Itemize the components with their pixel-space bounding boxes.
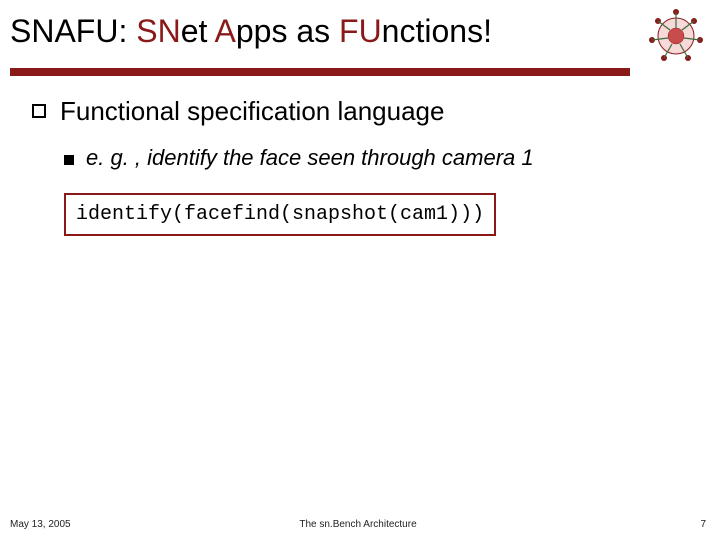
slide-title: SNAFU: SNet Apps as FUnctions! bbox=[10, 14, 642, 49]
title-frag: pps as bbox=[236, 13, 339, 49]
footer-page-number: 7 bbox=[700, 519, 706, 530]
code-example-box: identify(facefind(snapshot(cam1))) bbox=[64, 193, 496, 236]
bullet-text: Functional specification language bbox=[60, 96, 444, 127]
content-area: Functional specification language e. g. … bbox=[32, 96, 692, 236]
title-frag-hl: A bbox=[215, 13, 236, 49]
title-frag: et bbox=[181, 13, 215, 49]
title-frag: SNAFU: bbox=[10, 13, 136, 49]
title-frag: nctions! bbox=[382, 13, 492, 49]
footer-center: The sn.Bench Architecture bbox=[299, 519, 416, 530]
title-frag-hl: SN bbox=[136, 13, 180, 49]
title-frag-hl: FU bbox=[339, 13, 382, 49]
footer-date: May 13, 2005 bbox=[10, 519, 71, 530]
logo-icon bbox=[646, 6, 706, 66]
title-underline bbox=[10, 68, 630, 76]
bullet-level-2: e. g. , identify the face seen through c… bbox=[64, 145, 692, 171]
code-example-text: identify(facefind(snapshot(cam1))) bbox=[76, 203, 484, 226]
bullet-open-icon bbox=[32, 104, 46, 118]
sub-bullet-text: e. g. , identify the face seen through c… bbox=[86, 145, 534, 171]
slide: SNAFU: SNet Apps as FUnctions! Func bbox=[0, 0, 720, 540]
bullet-filled-icon bbox=[64, 155, 74, 165]
bullet-level-1: Functional specification language bbox=[32, 96, 692, 127]
